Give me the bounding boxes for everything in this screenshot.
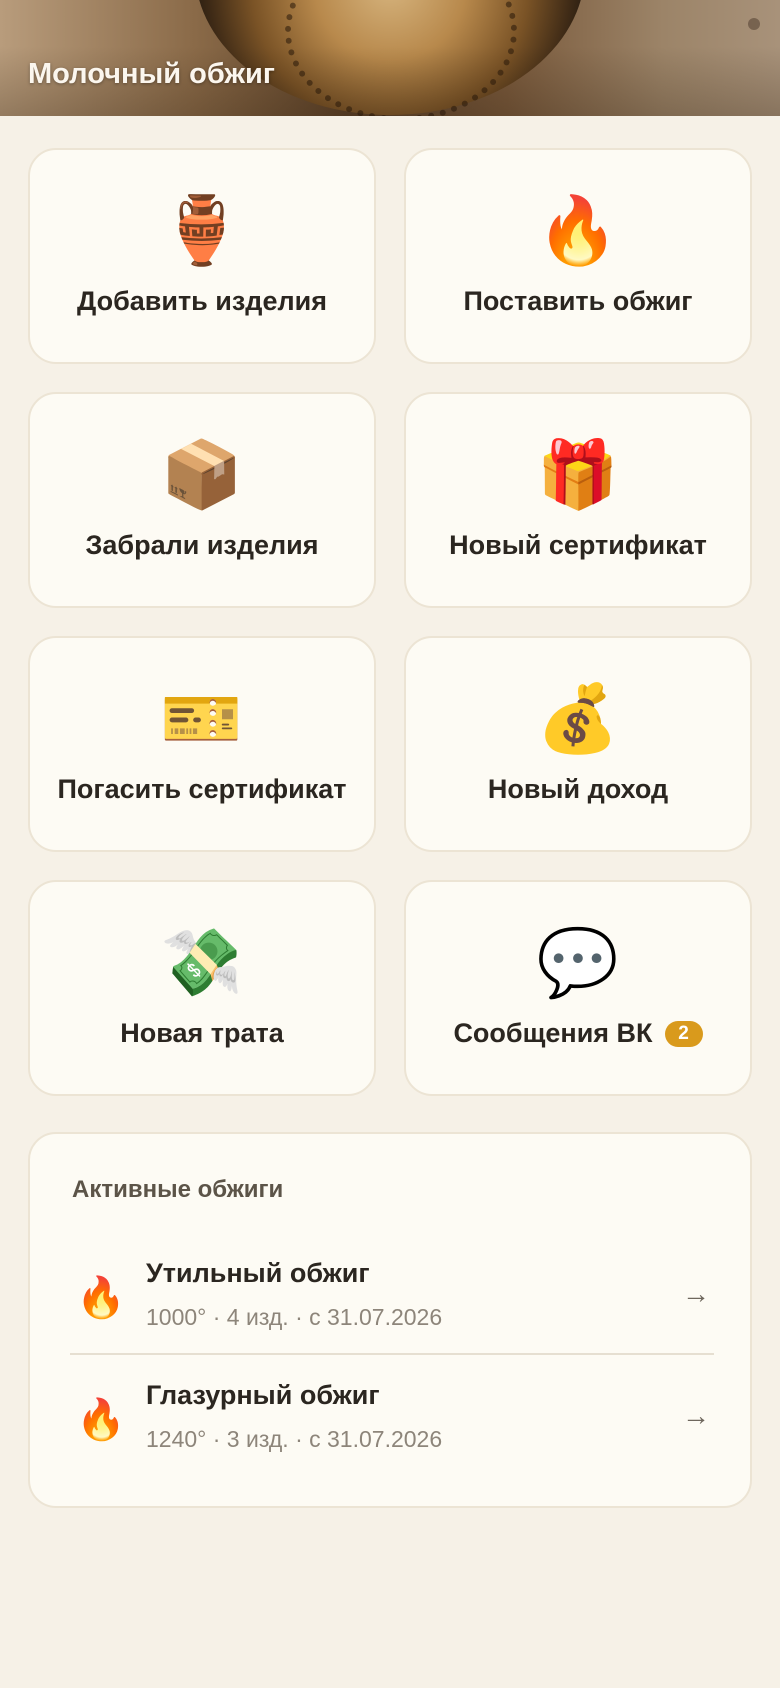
items-picked-up-button[interactable]: 📦 Забрали изделия <box>28 392 376 608</box>
page-title: Молочный обжиг <box>28 58 275 90</box>
tile-label: Добавить изделия <box>77 286 327 316</box>
vk-messages-button[interactable]: 💬 Сообщения ВК 2 <box>404 880 752 1096</box>
active-firings-card: Активные обжиги 🔥 Утильный обжиг 1000° ·… <box>28 1132 752 1508</box>
firing-row-glaze[interactable]: 🔥 Глазурный обжиг 1240° · 3 изд. · с 31.… <box>70 1366 714 1474</box>
package-icon: 📦 <box>160 437 244 511</box>
money-bag-icon: 💰 <box>536 681 620 755</box>
new-income-button[interactable]: 💰 Новый доход <box>404 636 752 852</box>
tile-label: Новый доход <box>487 774 669 804</box>
firing-details: 1000° · 4 изд. · с 31.07.2026 <box>146 1304 443 1330</box>
new-certificate-button[interactable]: 🎁 Новый сертификат <box>404 392 752 608</box>
tile-label: Поставить обжиг <box>463 286 693 316</box>
fire-icon: 🔥 <box>76 1276 126 1320</box>
arrow-right-icon: → <box>682 1278 710 1309</box>
firing-name: Глазурный обжиг <box>146 1380 380 1410</box>
money-wings-icon: 💸 <box>160 925 244 999</box>
tile-label: Сообщения ВК <box>453 1018 653 1048</box>
unread-count-badge: 2 <box>664 1021 703 1047</box>
actions-grid: 🏺 Добавить изделия 🔥 Поставить обжиг 📦 З… <box>28 148 752 1096</box>
fire-icon: 🔥 <box>76 1398 126 1442</box>
tile-label: Погасить сертификат <box>57 774 347 804</box>
arrow-right-icon: → <box>682 1400 710 1431</box>
fire-icon: 🔥 <box>536 193 620 267</box>
tile-label-with-badge: Сообщения ВК 2 <box>433 1014 722 1052</box>
tile-label: Новая трата <box>120 1018 284 1048</box>
gift-icon: 🎁 <box>536 437 620 511</box>
new-expense-button[interactable]: 💸 Новая трата <box>28 880 376 1096</box>
status-dot <box>748 18 760 30</box>
amphora-icon: 🏺 <box>160 193 244 267</box>
redeem-certificate-button[interactable]: 🎫 Погасить сертификат <box>28 636 376 852</box>
tile-label: Забрали изделия <box>85 530 319 560</box>
firing-name: Утильный обжиг <box>146 1258 370 1288</box>
start-firing-button[interactable]: 🔥 Поставить обжиг <box>404 148 752 364</box>
header-banner: Молочный обжиг <box>0 0 780 116</box>
tile-label: Новый сертификат <box>449 530 707 560</box>
add-items-button[interactable]: 🏺 Добавить изделия <box>28 148 376 364</box>
firing-details: 1240° · 3 изд. · с 31.07.2026 <box>146 1426 443 1452</box>
section-title: Активные обжиги <box>72 1176 284 1203</box>
firing-row-bisque[interactable]: 🔥 Утильный обжиг 1000° · 4 изд. · с 31.0… <box>70 1244 714 1352</box>
speech-bubble-icon: 💬 <box>536 925 620 999</box>
ticket-icon: 🎫 <box>160 681 244 755</box>
divider <box>70 1353 714 1355</box>
